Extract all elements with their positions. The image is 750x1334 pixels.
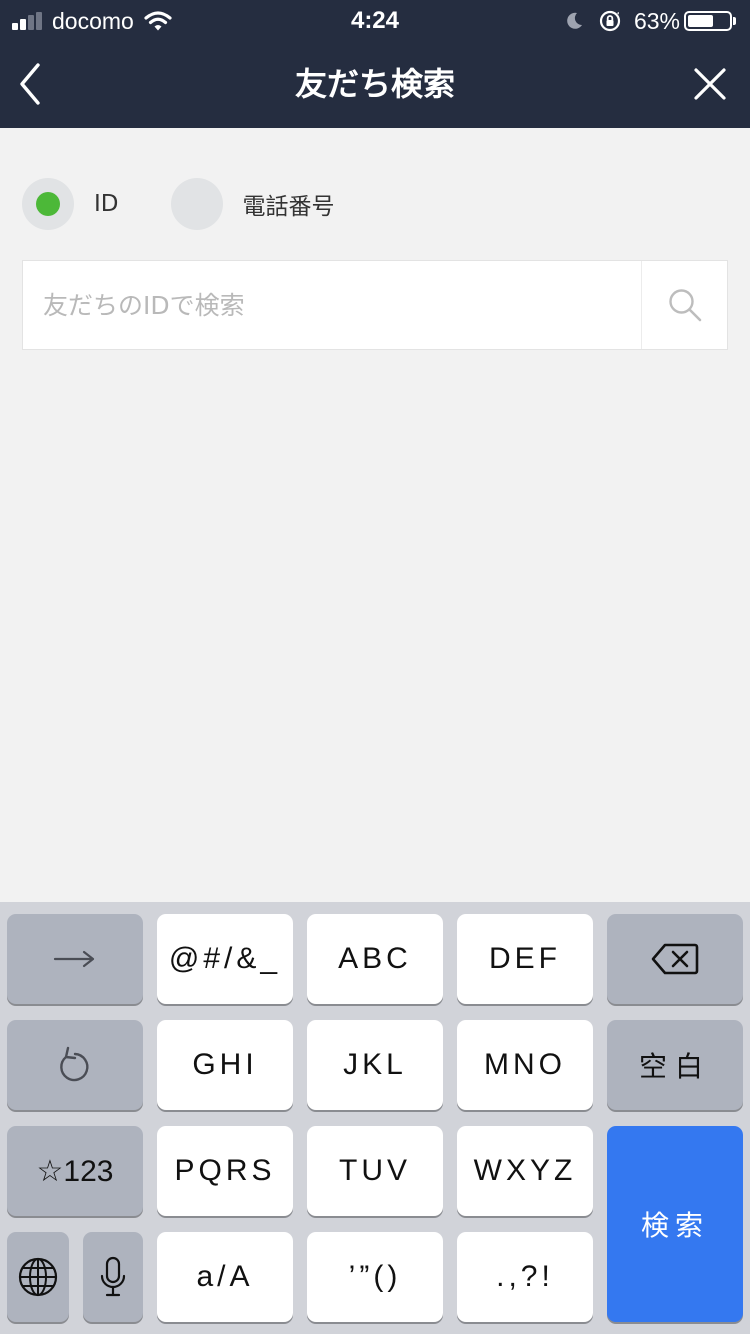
key-globe[interactable] xyxy=(7,1232,69,1322)
radio-button-unselected[interactable] xyxy=(170,178,223,230)
key-abc[interactable]: ABC xyxy=(307,914,443,1004)
search-box xyxy=(22,260,728,350)
key-next[interactable] xyxy=(7,914,143,1004)
chevron-left-icon xyxy=(20,63,40,105)
radio-option-id[interactable]: ID xyxy=(22,178,119,230)
status-bar: docomo 4:24 63% xyxy=(0,0,750,40)
signal-bar xyxy=(36,12,42,30)
globe-icon xyxy=(18,1257,58,1297)
key-mno[interactable]: MNO xyxy=(457,1020,593,1110)
key-jkl[interactable]: JKL xyxy=(307,1020,443,1110)
battery-tip xyxy=(733,17,736,25)
key-pqrs[interactable]: PQRS xyxy=(157,1126,293,1216)
wifi-icon xyxy=(144,11,172,31)
nav-bar: 友だち検索 xyxy=(0,40,750,128)
search-icon xyxy=(668,289,701,322)
search-type-selector: ID 電話番号 xyxy=(22,178,387,230)
battery-fill xyxy=(688,15,714,27)
search-input[interactable] xyxy=(23,261,641,349)
undo-icon xyxy=(60,1046,89,1082)
key-microphone[interactable] xyxy=(83,1232,143,1322)
key-case-toggle[interactable]: a/A xyxy=(157,1232,293,1322)
radio-label-id: ID xyxy=(94,191,119,217)
search-button[interactable] xyxy=(641,261,727,349)
close-icon xyxy=(694,68,726,100)
status-right: 63% xyxy=(564,6,736,36)
key-punctuation[interactable]: .,?! xyxy=(457,1232,593,1322)
key-tuv[interactable]: TUV xyxy=(307,1126,443,1216)
battery-icon xyxy=(684,11,736,31)
radio-label-phone-number: 電話番号 xyxy=(242,194,335,220)
battery-body xyxy=(684,11,732,31)
radio-button-selected[interactable] xyxy=(22,178,74,230)
delete-icon xyxy=(651,943,699,975)
battery-percent: 63% xyxy=(633,7,680,34)
app-header: docomo 4:24 63% 友だち検索 xyxy=(0,0,750,128)
key-wxyz[interactable]: WXYZ xyxy=(457,1126,593,1216)
moon-icon xyxy=(567,12,582,29)
arrow-right-icon xyxy=(53,950,95,968)
key-space[interactable]: 空白 xyxy=(607,1020,743,1110)
key-ghi[interactable]: GHI xyxy=(157,1020,293,1110)
page-title: 友だち検索 xyxy=(294,65,455,103)
key-search[interactable]: 検索 xyxy=(607,1126,743,1322)
rotation-lock-icon xyxy=(599,10,621,32)
radio-option-phone-number[interactable]: 電話番号 xyxy=(170,178,335,230)
back-button[interactable] xyxy=(8,54,52,114)
microphone-icon xyxy=(100,1256,126,1297)
key-undo[interactable] xyxy=(7,1020,143,1110)
key-number-mode[interactable]: ☆123 xyxy=(7,1126,143,1216)
key-def[interactable]: DEF xyxy=(457,914,593,1004)
close-button[interactable] xyxy=(680,54,740,114)
signal-bar xyxy=(12,23,18,30)
signal-bar xyxy=(28,15,34,30)
keyboard: @#/&_ ABC DEF GHI JKL MNO 空白 ☆123 PQRS T… xyxy=(0,902,750,1334)
status-left: docomo xyxy=(12,6,172,36)
key-delete[interactable] xyxy=(607,914,743,1004)
radio-selected-dot xyxy=(36,192,60,216)
key-symbols[interactable]: @#/&_ xyxy=(157,914,293,1004)
signal-strength-icon xyxy=(12,12,44,30)
signal-bar xyxy=(20,19,26,30)
carrier-name: docomo xyxy=(52,7,134,34)
key-quotes-brackets[interactable]: ’”() xyxy=(307,1232,443,1322)
